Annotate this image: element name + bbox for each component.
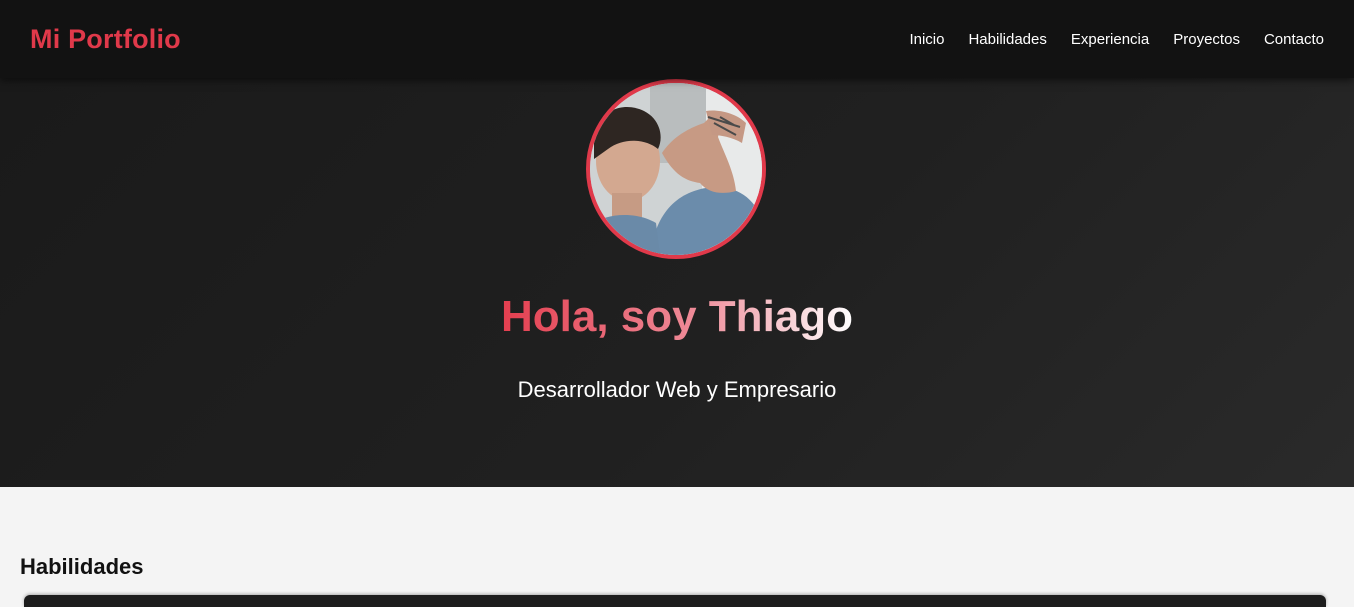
hero-subtitle: Desarrollador Web y Empresario: [517, 377, 837, 402]
avatar: [586, 79, 766, 259]
navbar: Mi Portfolio Inicio Habilidades Experien…: [0, 0, 1354, 78]
nav-link-experiencia[interactable]: Experiencia: [1071, 31, 1149, 48]
nav-link-proyectos[interactable]: Proyectos: [1173, 31, 1240, 48]
nav-links: Inicio Habilidades Experiencia Proyectos…: [885, 31, 1324, 48]
hero-section: Hola, soy Thiago Desarrollador Web y Emp…: [0, 78, 1354, 487]
nav-link-contacto[interactable]: Contacto: [1264, 31, 1324, 48]
section-title-habilidades: Habilidades: [20, 554, 144, 579]
hero-title: Hola, soy Thiago: [0, 292, 1354, 342]
skills-card: [24, 595, 1326, 607]
skills-section: Habilidades: [0, 487, 1354, 607]
hero-title-text: Hola, soy Thiago: [500, 292, 854, 341]
brand-logo[interactable]: Mi Portfolio: [30, 24, 181, 55]
nav-link-inicio[interactable]: Inicio: [909, 31, 944, 48]
profile-photo-icon: [590, 83, 762, 255]
nav-link-habilidades[interactable]: Habilidades: [968, 31, 1046, 48]
